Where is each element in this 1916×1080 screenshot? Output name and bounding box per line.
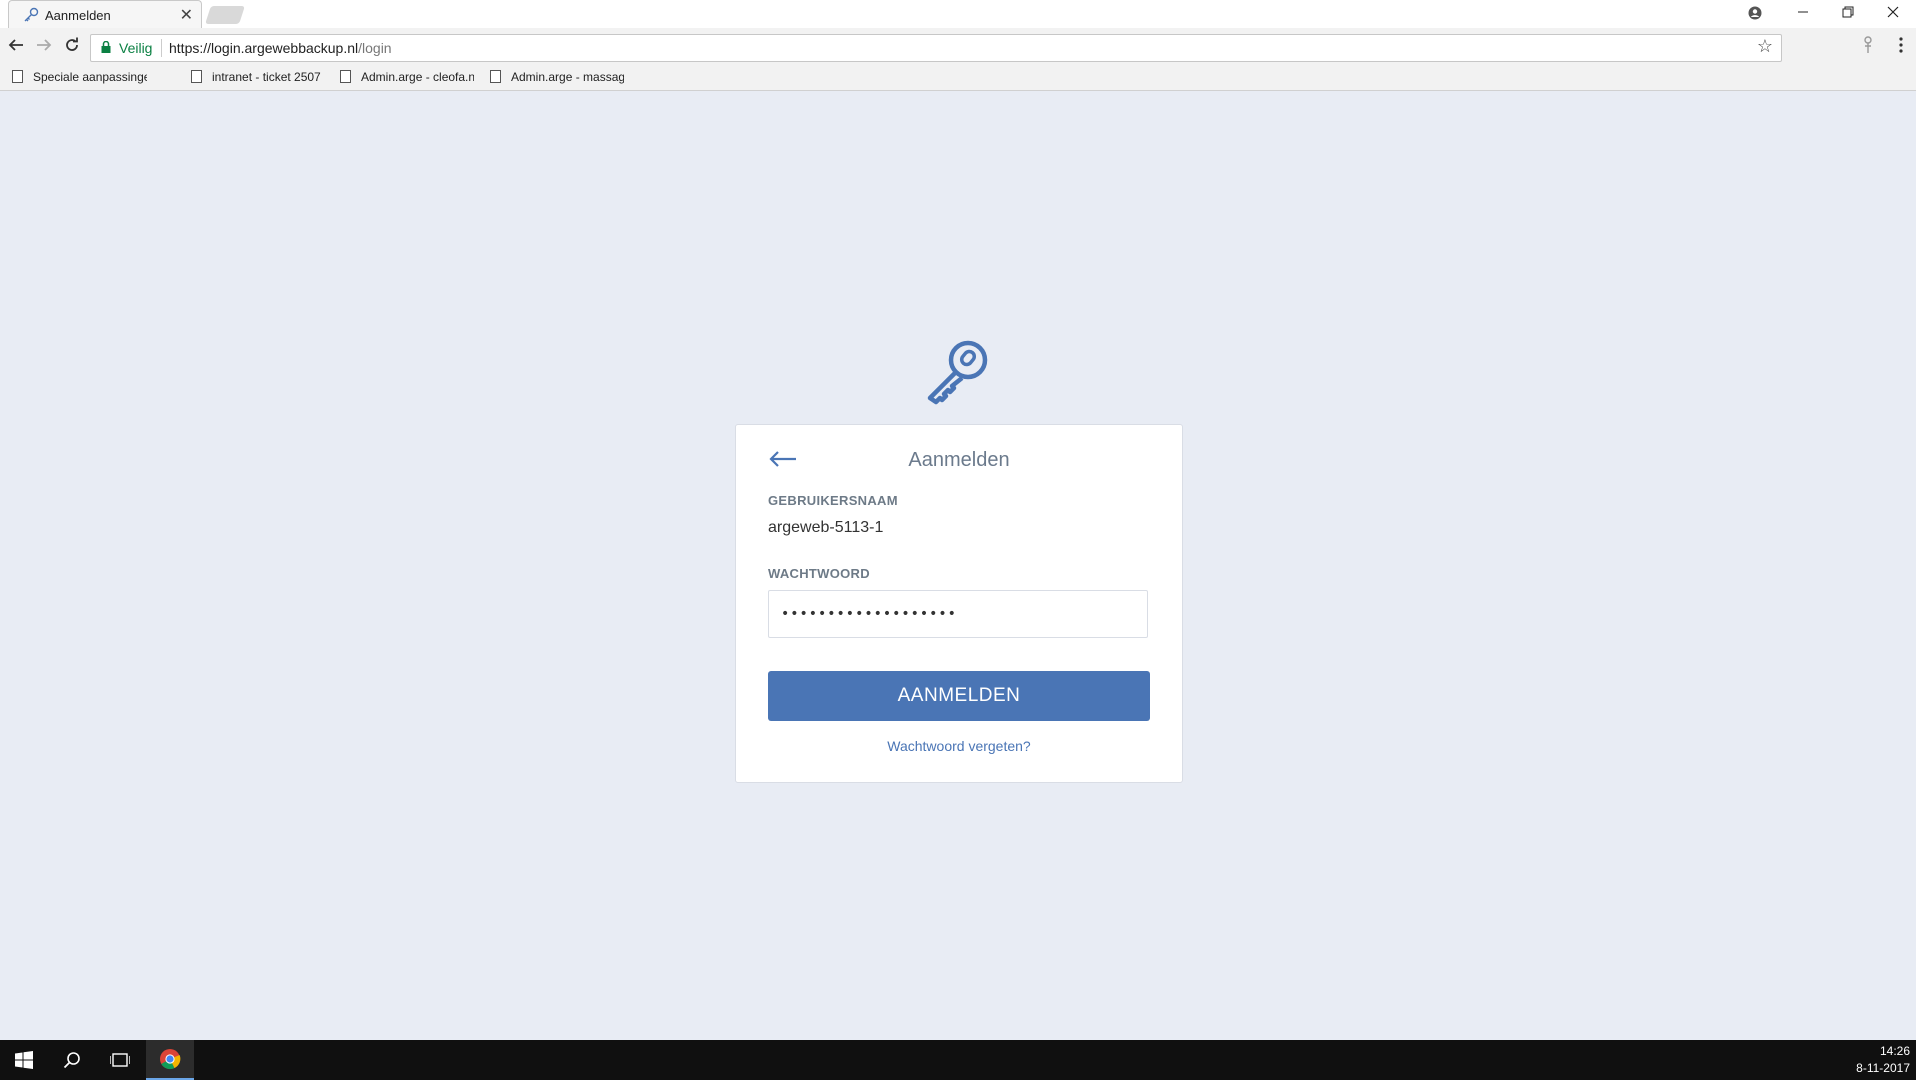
bookmark-item[interactable]: Speciale aanpassinge <box>12 67 147 87</box>
username-label: GEBRUIKERSNAAM <box>768 493 898 508</box>
bookmark-item[interactable]: intranet - ticket 2507 <box>191 67 323 87</box>
taskbar <box>0 1040 1916 1080</box>
page-icon <box>340 70 351 83</box>
url-text[interactable]: https://login.argewebbackup.nl/login <box>169 40 392 56</box>
forward-icon[interactable] <box>33 36 55 58</box>
clock-time: 14:26 <box>1879 1044 1910 1058</box>
login-button[interactable]: AANMELDEN <box>768 671 1150 721</box>
bookmark-item[interactable]: Admin.arge - massag <box>490 67 624 87</box>
new-tab-button[interactable] <box>205 6 245 24</box>
chrome-taskbar-icon[interactable] <box>146 1040 194 1080</box>
password-label: WACHTWOORD <box>768 566 870 581</box>
profile-icon[interactable] <box>1732 0 1778 28</box>
key-icon <box>24 7 39 22</box>
minimize-icon[interactable] <box>1780 0 1826 28</box>
password-field[interactable]: ••••••••••••••••••• <box>768 590 1148 638</box>
login-title: Aanmelden <box>908 449 1010 471</box>
url-separator <box>161 39 162 57</box>
page-icon <box>191 70 202 83</box>
username-value: argeweb-5113-1 <box>768 519 884 536</box>
url-path: /login <box>358 40 392 56</box>
tab-close-icon[interactable]: ✕ <box>180 5 193 25</box>
taskbar-clock[interactable]: 14:26 8-11-2017 <box>1856 1043 1910 1077</box>
login-card: Aanmelden GEBRUIKERSNAAM argeweb-5113-1 … <box>735 424 1183 783</box>
task-view-icon[interactable] <box>96 1040 144 1080</box>
secure-label: Veilig <box>119 40 153 56</box>
tab-title: Aanmelden <box>45 8 111 23</box>
tab-aanmelden[interactable]: Aanmelden ✕ <box>8 0 202 29</box>
forgot-password-link[interactable]: Wachtwoord vergeten? <box>736 738 1182 754</box>
menu-icon[interactable] <box>1890 36 1912 58</box>
back-icon[interactable] <box>5 36 27 58</box>
lock-icon <box>101 41 111 53</box>
address-bar[interactable]: Veilig https://login.argewebbackup.nl/lo… <box>90 34 1782 62</box>
key-logo-icon <box>927 340 988 405</box>
close-window-icon[interactable] <box>1870 0 1916 28</box>
tab-strip: Aanmelden ✕ <box>0 0 1916 29</box>
bookmark-star-icon[interactable]: ☆ <box>1757 36 1773 57</box>
restore-icon[interactable] <box>1825 0 1871 28</box>
reload-icon[interactable] <box>61 36 83 58</box>
url-host: https://login.argewebbackup.nl <box>169 40 359 56</box>
page-icon <box>490 70 501 83</box>
extension-icon[interactable] <box>1857 36 1879 58</box>
start-icon[interactable] <box>0 1040 48 1080</box>
bookmark-item[interactable]: Admin.arge - cleofa.n <box>340 67 474 87</box>
search-icon[interactable] <box>48 1040 96 1080</box>
page-icon <box>12 70 23 83</box>
clock-date: 8-11-2017 <box>1856 1061 1910 1075</box>
